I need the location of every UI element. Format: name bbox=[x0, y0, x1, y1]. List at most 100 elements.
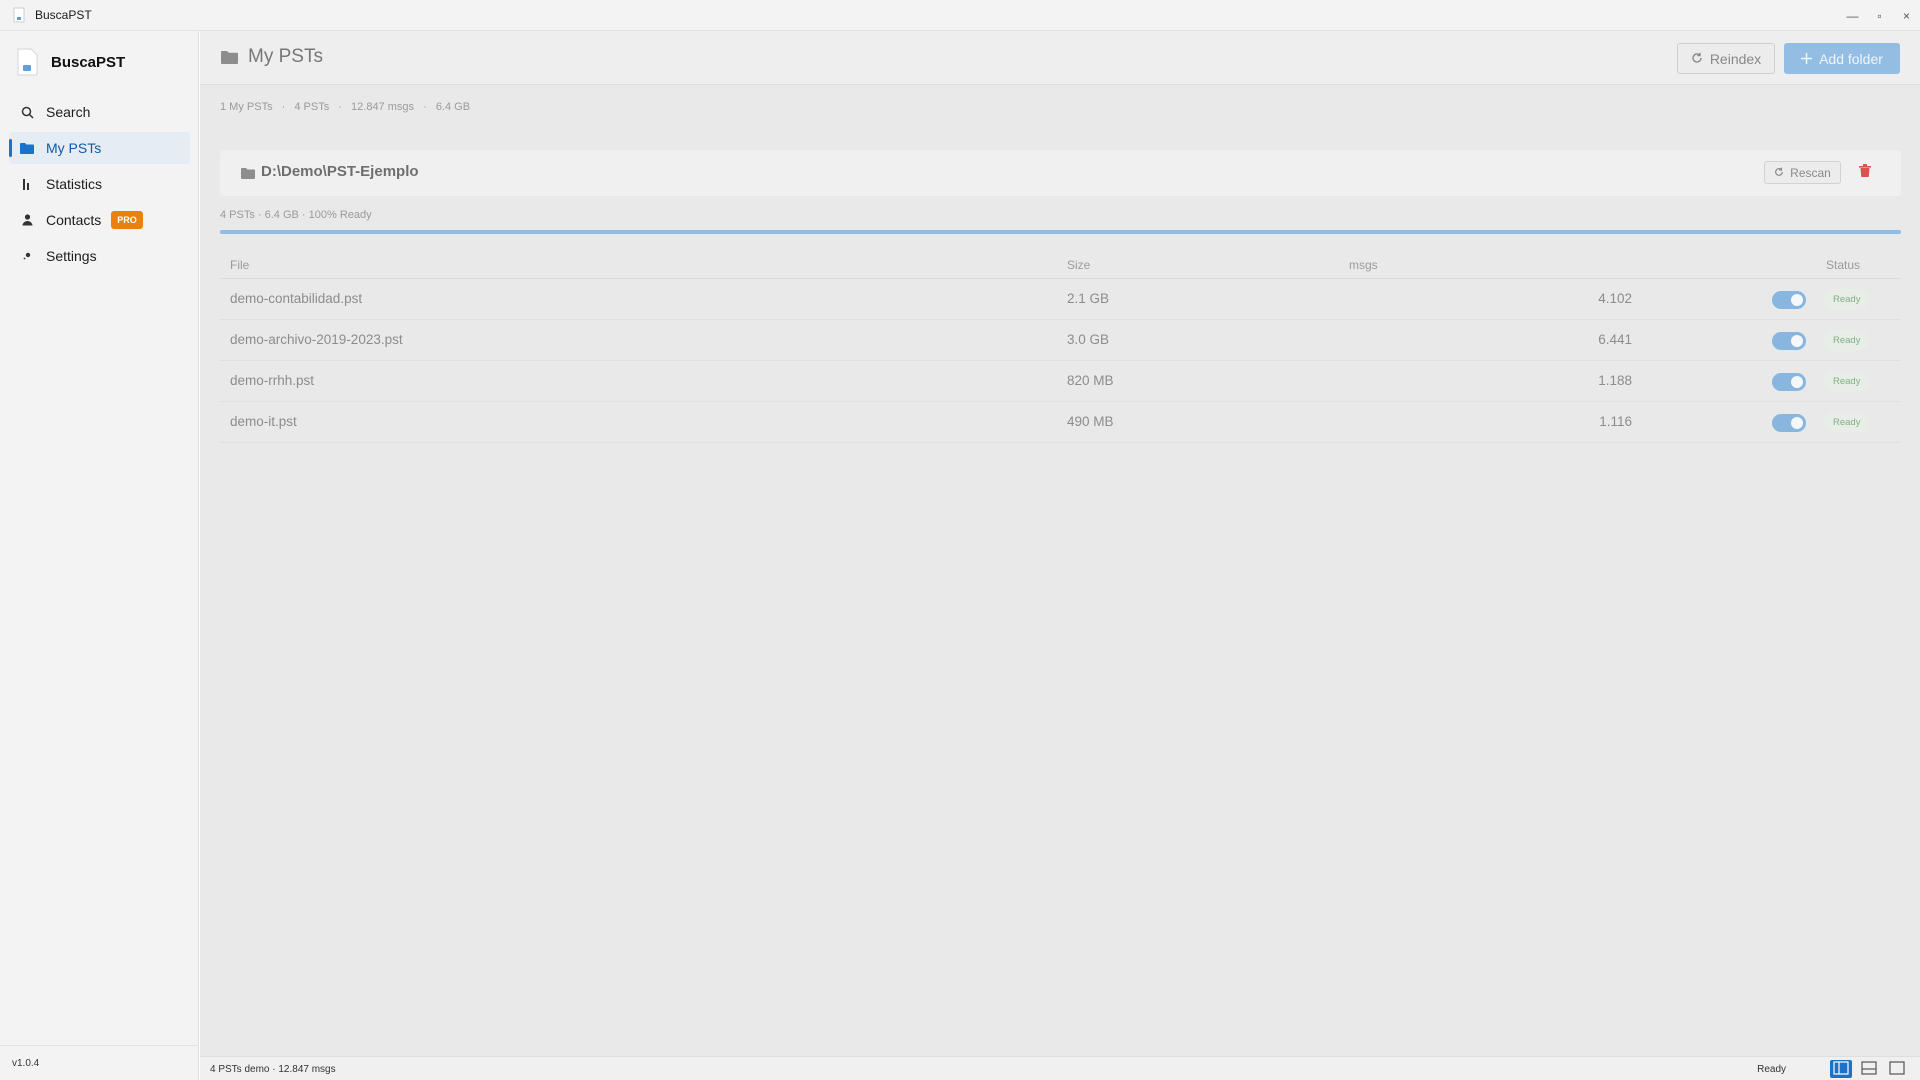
status-badge: Ready bbox=[1824, 371, 1870, 392]
sidebar: BuscaPST Search My PSTs Statistics Conta… bbox=[0, 31, 199, 1080]
logo-icon bbox=[15, 48, 39, 76]
summary-folders: 1 My PSTs bbox=[220, 101, 273, 113]
summary-size: 6.4 GB bbox=[435, 101, 471, 113]
message-count: 1.116 bbox=[1599, 414, 1632, 429]
enable-toggle[interactable] bbox=[1772, 332, 1806, 350]
toggle-knob bbox=[1791, 417, 1803, 429]
maximize-button[interactable]: ▫ bbox=[1866, 0, 1893, 31]
column-file[interactable]: File bbox=[230, 258, 249, 272]
folder-path: D:\Demo\PST-Ejemplo bbox=[261, 163, 419, 180]
layout-single-button[interactable] bbox=[1886, 1060, 1908, 1078]
sidebar-item-my-psts[interactable]: My PSTs bbox=[9, 132, 190, 164]
folder-card-header: D:\Demo\PST-Ejemplo Rescan bbox=[220, 150, 1901, 196]
file-size: 3.0 GB bbox=[1067, 332, 1110, 347]
pro-badge: PRO bbox=[111, 211, 143, 229]
split-vertical-icon bbox=[1833, 1060, 1849, 1078]
gear-icon bbox=[20, 249, 34, 263]
progress-fill bbox=[220, 230, 1901, 234]
file-name: demo-contabilidad.pst bbox=[230, 291, 363, 306]
trash-icon[interactable] bbox=[1859, 164, 1871, 180]
sidebar-item-settings[interactable]: Settings bbox=[9, 240, 190, 272]
file-size: 490 MB bbox=[1067, 414, 1114, 429]
status-bar: 4 PSTs demo · 12.847 msgs Ready bbox=[200, 1056, 1920, 1080]
split-horizontal-icon bbox=[1861, 1060, 1877, 1078]
page-title: My PSTs bbox=[248, 46, 323, 67]
sidebar-item-statistics[interactable]: Statistics bbox=[9, 168, 190, 200]
table-body: demo-contabilidad.pst 2.1 GB 4.102 Ready dem… bbox=[220, 279, 1901, 443]
file-size: 2.1 GB bbox=[1067, 291, 1110, 306]
reindex-button[interactable]: Reindex bbox=[1677, 43, 1775, 74]
summary-separator: · bbox=[423, 101, 427, 113]
add-folder-label: Add folder bbox=[1819, 50, 1883, 67]
enable-toggle[interactable] bbox=[1772, 291, 1806, 309]
folder-progress-bar bbox=[220, 230, 1901, 234]
status-summary: 4 PSTs demo · 12.847 msgs bbox=[210, 1064, 336, 1075]
message-count: 1.188 bbox=[1598, 373, 1632, 388]
sidebar-item-label: Search bbox=[46, 104, 91, 120]
refresh-icon bbox=[1774, 166, 1784, 180]
file-name: demo-rrhh.pst bbox=[230, 373, 315, 388]
table-row[interactable]: demo-it.pst 490 MB 1.116 Ready bbox=[220, 402, 1901, 443]
page-header: My PSTs Reindex Add folder bbox=[200, 31, 1920, 85]
status-badge: Ready bbox=[1824, 289, 1870, 310]
message-count: 4.102 bbox=[1598, 291, 1632, 306]
summary-separator: · bbox=[281, 101, 286, 113]
table-row[interactable]: demo-rrhh.pst 820 MB 1.188 Ready bbox=[220, 361, 1901, 402]
status-text: Ready bbox=[1757, 1064, 1786, 1075]
column-status[interactable]: Status bbox=[1826, 258, 1860, 272]
app-version: v1.0.4 bbox=[0, 1045, 199, 1080]
folder-icon bbox=[221, 50, 238, 67]
sidebar-item-label: Statistics bbox=[46, 176, 103, 192]
layout-split-vertical-button[interactable] bbox=[1830, 1060, 1852, 1078]
single-pane-icon bbox=[1889, 1060, 1905, 1078]
add-folder-button[interactable]: Add folder bbox=[1784, 43, 1900, 74]
summary-msgs: 12.847 msgs bbox=[351, 101, 415, 113]
layout-split-horizontal-button[interactable] bbox=[1858, 1060, 1880, 1078]
brand: BuscaPST bbox=[15, 48, 125, 76]
close-button[interactable]: × bbox=[1893, 0, 1920, 31]
sidebar-item-label: Settings bbox=[46, 248, 97, 264]
folder-icon bbox=[241, 166, 255, 182]
window-title: BuscaPST bbox=[35, 8, 92, 22]
search-icon bbox=[20, 105, 34, 119]
toggle-knob bbox=[1791, 294, 1803, 306]
sidebar-item-label: My PSTs bbox=[46, 140, 102, 156]
status-badge: Ready bbox=[1824, 412, 1870, 433]
person-icon bbox=[20, 213, 34, 227]
sidebar-item-contacts[interactable]: Contacts PRO bbox=[9, 204, 190, 236]
toggle-knob bbox=[1791, 376, 1803, 388]
message-count: 6.441 bbox=[1598, 332, 1632, 347]
folder-status: 4 PSTs · 6.4 GB · 100% Ready bbox=[220, 209, 372, 221]
table-row[interactable]: demo-contabilidad.pst 2.1 GB 4.102 Ready bbox=[220, 279, 1901, 320]
main-content: My PSTs Reindex Add folder 1 My PSTs · 4… bbox=[200, 31, 1920, 1056]
enable-toggle[interactable] bbox=[1772, 373, 1806, 391]
file-name: demo-archivo-2019-2023.pst bbox=[230, 332, 403, 347]
title-bar: BuscaPST — ▫ × bbox=[0, 0, 1920, 31]
summary-psts: 4 PSTs bbox=[294, 101, 330, 113]
status-badge: Ready bbox=[1824, 330, 1870, 351]
summary-line: 1 My PSTs · 4 PSTs · 12.847 msgs · 6.4 G… bbox=[220, 101, 470, 113]
refresh-icon bbox=[1691, 51, 1703, 67]
sidebar-item-search[interactable]: Search bbox=[9, 96, 190, 128]
reindex-label: Reindex bbox=[1709, 50, 1762, 67]
table-row[interactable]: demo-archivo-2019-2023.pst 3.0 GB 6.441 Rea… bbox=[220, 320, 1901, 361]
file-size: 820 MB bbox=[1067, 373, 1114, 388]
enable-toggle[interactable] bbox=[1772, 414, 1806, 432]
summary-separator: · bbox=[338, 101, 342, 113]
pst-table: File Size msgs Status demo-contabilidad.… bbox=[220, 249, 1901, 443]
folder-icon bbox=[20, 141, 34, 155]
toggle-knob bbox=[1791, 335, 1803, 347]
file-name: demo-it.pst bbox=[230, 414, 297, 429]
brand-name: BuscaPST bbox=[51, 53, 126, 71]
sidebar-item-label: Contacts bbox=[46, 212, 102, 228]
app-icon bbox=[11, 7, 27, 23]
minimize-button[interactable]: — bbox=[1839, 0, 1866, 31]
plus-icon bbox=[1801, 51, 1813, 67]
rescan-button[interactable]: Rescan bbox=[1764, 161, 1841, 184]
rescan-label: Rescan bbox=[1790, 165, 1831, 180]
bar-chart-icon bbox=[20, 177, 34, 191]
table-header: File Size msgs Status bbox=[220, 249, 1901, 279]
column-size[interactable]: Size bbox=[1067, 258, 1090, 272]
sidebar-nav: Search My PSTs Statistics Contacts PRO S… bbox=[9, 96, 190, 276]
column-msgs[interactable]: msgs bbox=[1349, 258, 1378, 272]
